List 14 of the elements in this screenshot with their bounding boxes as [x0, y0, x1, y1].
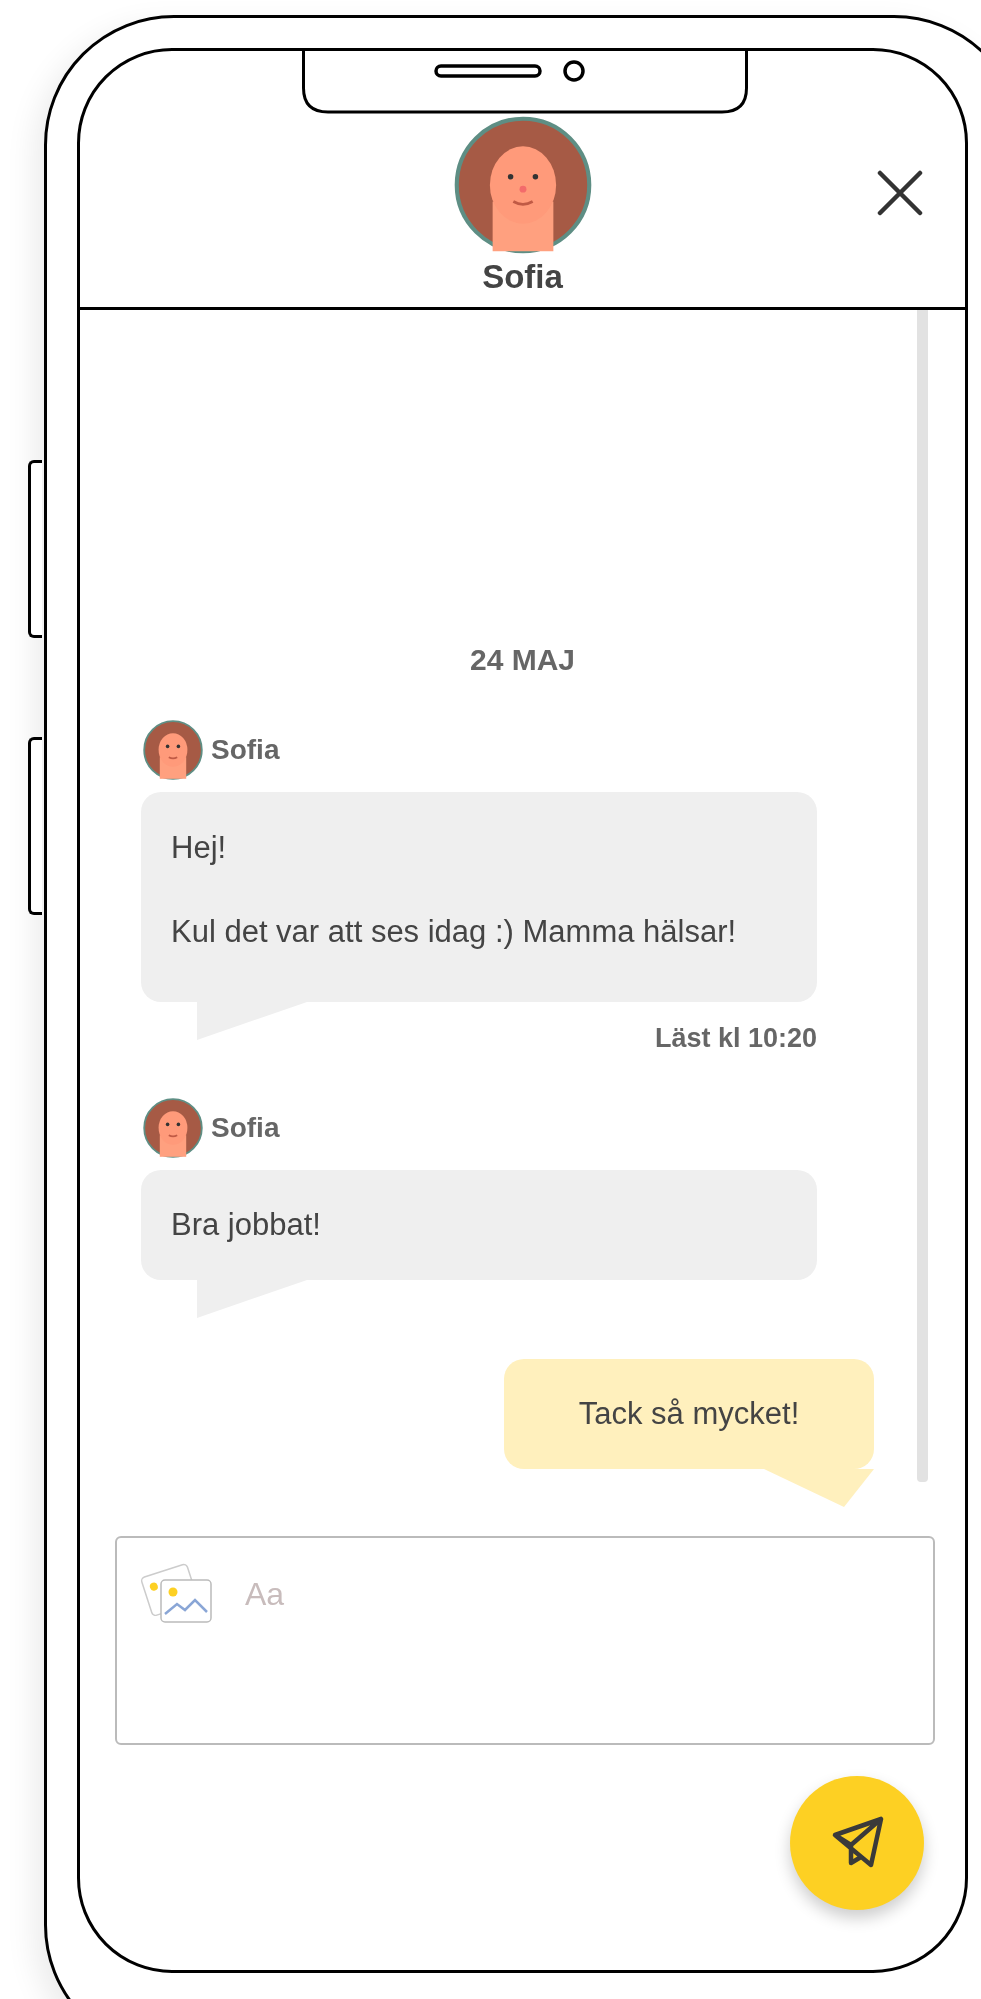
avatar [143, 1098, 203, 1158]
sender-name: Sofia [211, 734, 280, 766]
avatar [143, 720, 203, 780]
message-text: Kul det var att ses idag :) Mamma hälsar! [171, 914, 738, 950]
message-text: Bra jobbat! [171, 1207, 322, 1243]
scrollbar[interactable] [917, 310, 928, 1482]
message-text: Tack så mycket! [578, 1396, 800, 1432]
date-label: 24 MAJ [468, 642, 576, 678]
message-input-field[interactable]: Aa [115, 1536, 935, 1745]
contact-name: Sofia [482, 257, 563, 297]
read-receipt: Läst kl 10:20 [654, 1022, 817, 1055]
sender-name: Sofia [211, 1112, 280, 1144]
message-text: Hej! [171, 830, 228, 866]
close-icon[interactable] [877, 170, 923, 216]
